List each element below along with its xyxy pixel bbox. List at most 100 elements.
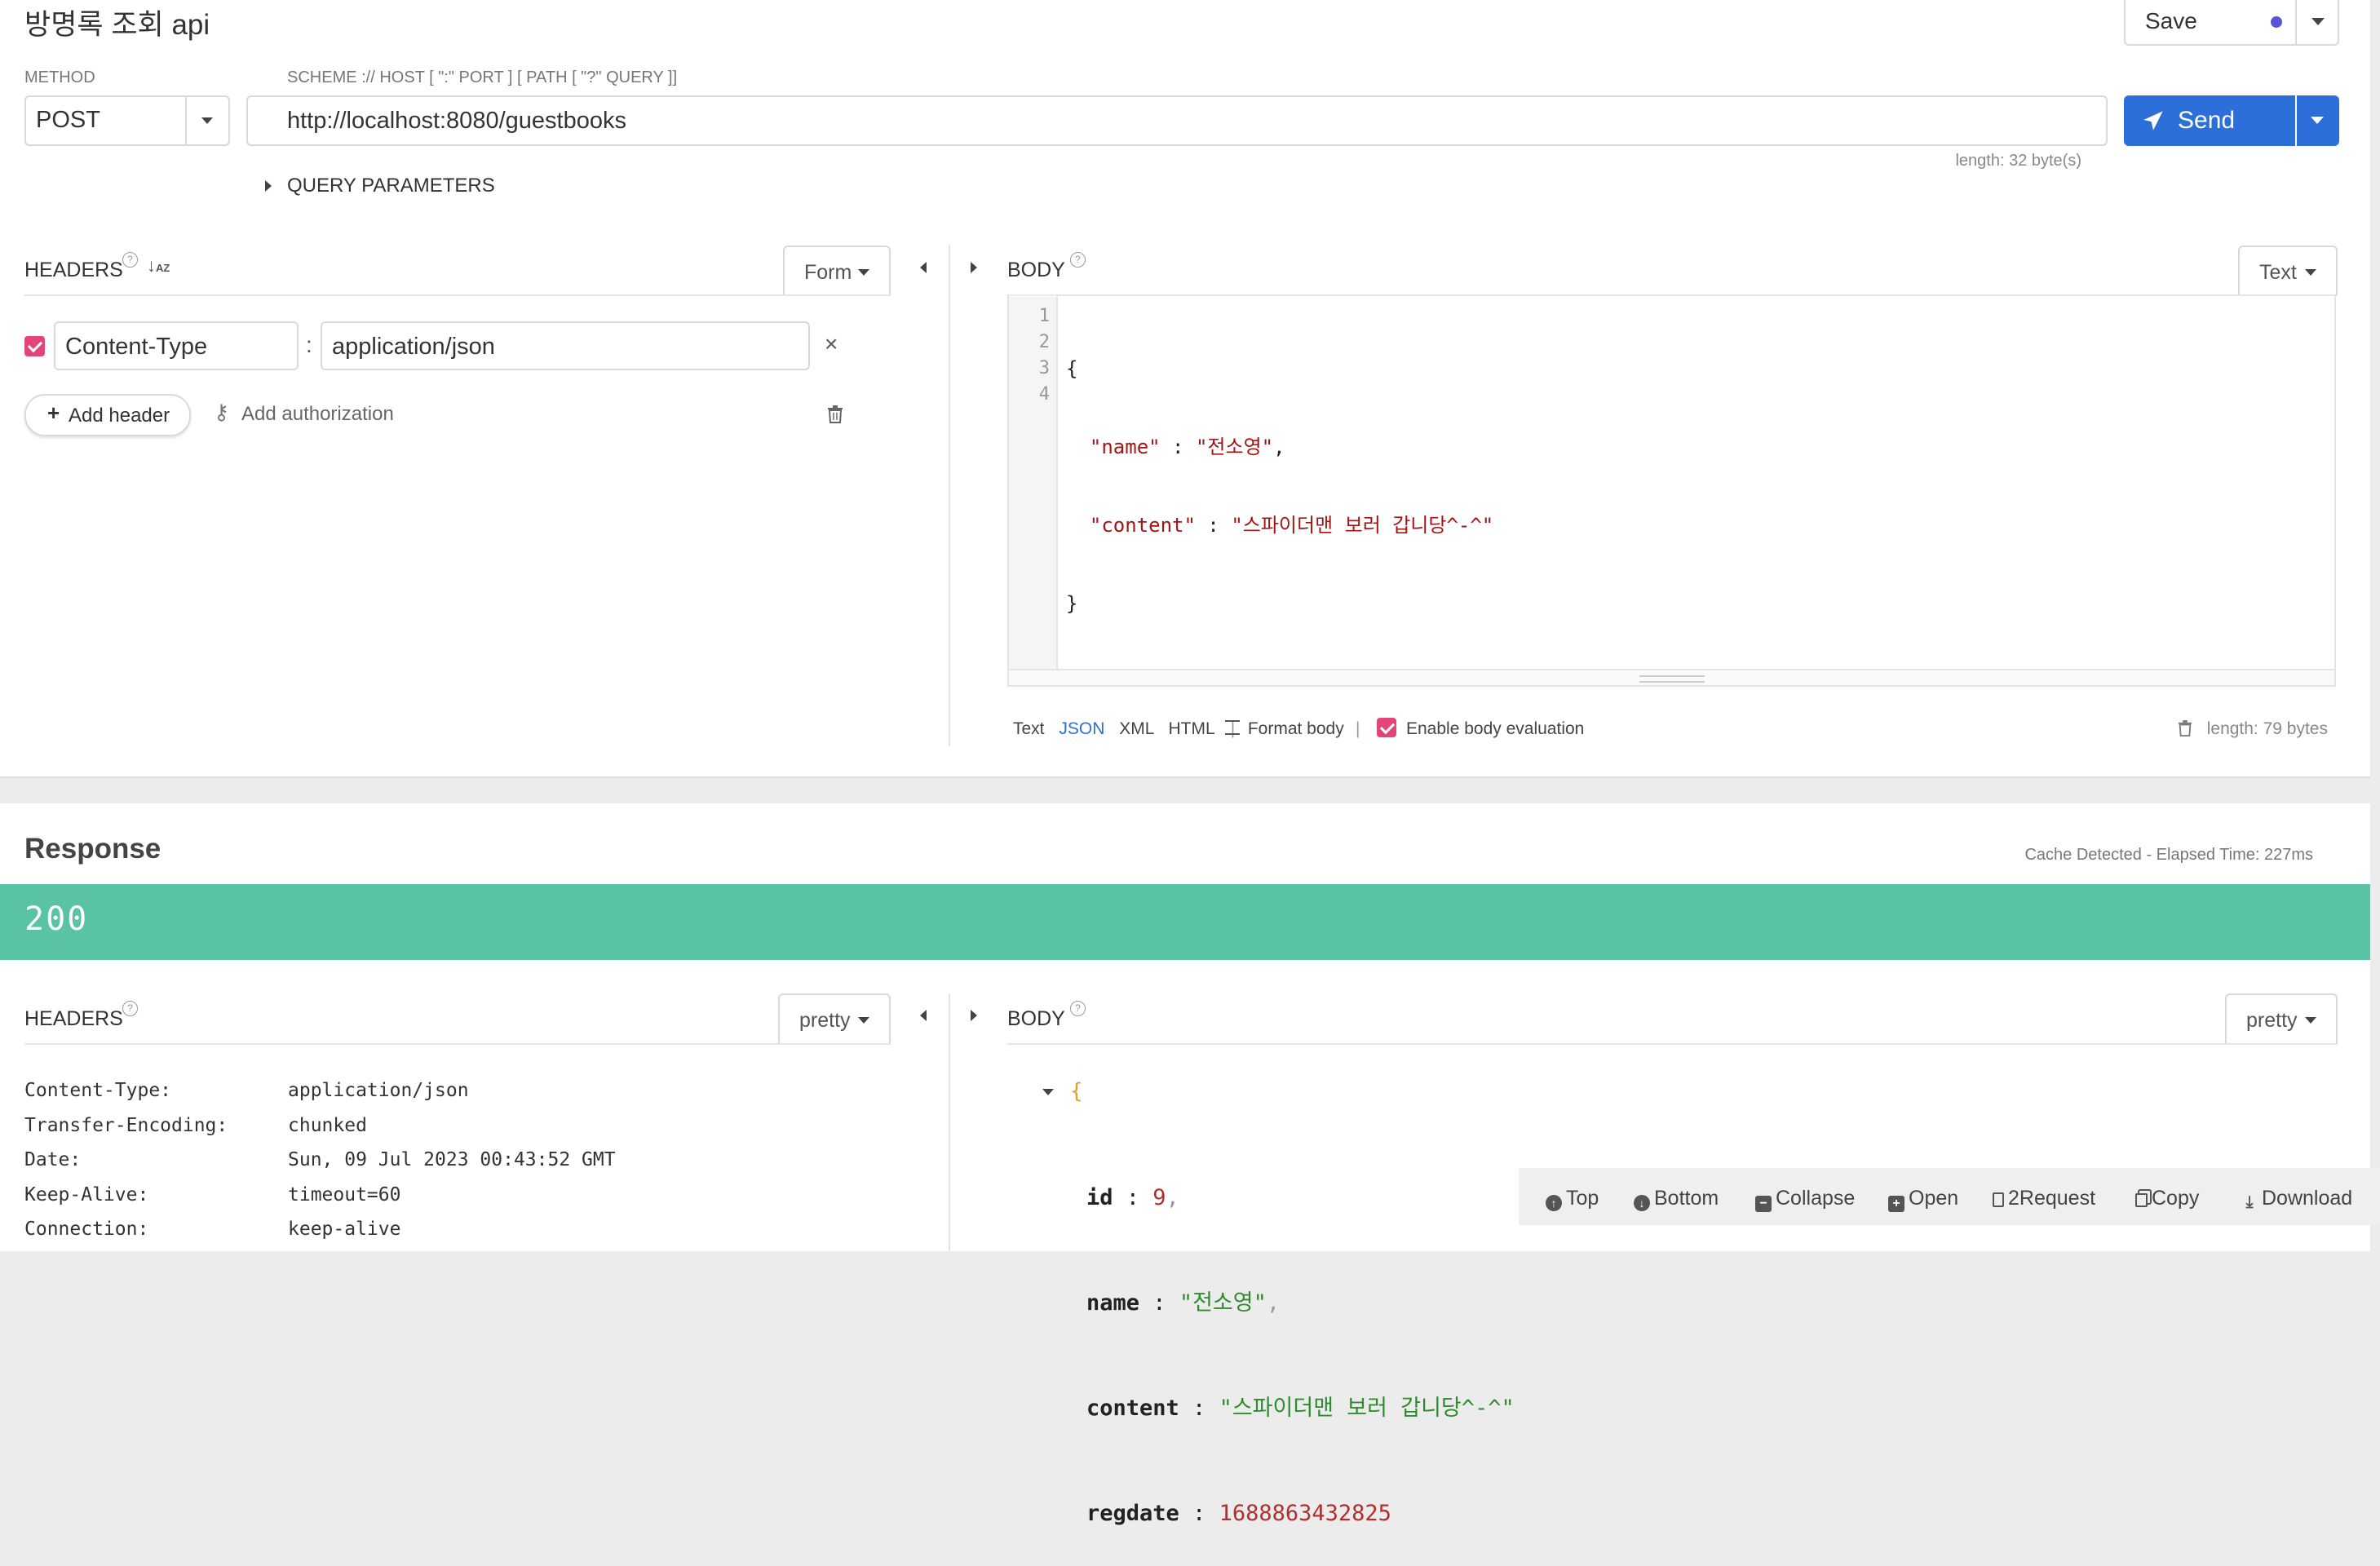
json-body: id : 9, name : "전소영", content : "스파이더맨 보… — [1086, 1110, 1515, 1566]
url-input[interactable]: http://localhost:8080/guestbooks — [246, 95, 2108, 146]
response-header-row: Connection: keep-alive — [24, 1219, 401, 1240]
trash-icon[interactable] — [2178, 720, 2192, 737]
editor-code: { "name" : "전소영", "content" : "스파이더맨 보러 … — [1066, 357, 1494, 615]
download-button[interactable]: ⤓ Download — [2241, 1187, 2353, 1211]
response-body-mode-select[interactable]: pretty — [2225, 993, 2338, 1044]
response-headers-list: Content-Type: application/json Transfer-E… — [24, 1073, 616, 1247]
json-open-brace: { — [1070, 1079, 1083, 1104]
sort-az-icon[interactable]: ↓AZ — [147, 255, 170, 276]
format-json[interactable]: JSON — [1059, 719, 1104, 738]
header-value-input[interactable]: application/json — [321, 321, 810, 370]
column-divider — [949, 245, 950, 746]
response-headers-divider — [24, 1043, 891, 1045]
response-header-row: Transfer-Encoding: chunked — [24, 1114, 367, 1136]
add-header-label: Add header — [69, 405, 170, 427]
json-row: content : "스파이더맨 보러 갑니당^-^" — [1086, 1396, 1515, 1421]
response-headers-mode-select[interactable]: pretty — [778, 993, 891, 1044]
arrow-down-circle-icon: ↓ — [1634, 1195, 1650, 1211]
method-value: POST — [36, 107, 100, 133]
to-request-button[interactable]: 2Request — [1993, 1187, 2095, 1210]
method-label: METHOD — [24, 69, 95, 86]
send-options-button[interactable] — [2297, 95, 2339, 146]
request-title: 방명록 조회 api — [24, 9, 210, 41]
save-options-button[interactable] — [2295, 0, 2339, 46]
format-xml[interactable]: XML — [1119, 719, 1153, 738]
collapse-left-icon[interactable] — [920, 262, 927, 273]
enable-eval-checkbox[interactable] — [1377, 718, 1396, 737]
response-meta: Cache Detected - Elapsed Time: 227ms — [2024, 846, 2313, 864]
response-column-divider — [949, 993, 950, 1251]
collapse-object-icon[interactable] — [1042, 1089, 1054, 1095]
editor-resize-handle[interactable] — [1009, 669, 2334, 685]
send-button[interactable]: Send — [2124, 95, 2295, 146]
help-icon: ? — [1070, 252, 1086, 268]
json-row: regdate : 1688863432825 — [1086, 1501, 1391, 1526]
save-button[interactable]: Save — [2124, 0, 2297, 46]
url-label: SCHEME :// HOST [ ":" PORT ] [ PATH [ "?… — [287, 69, 678, 86]
collapse-button[interactable]: − Collapse — [1755, 1187, 1855, 1212]
method-select[interactable]: POST — [24, 95, 230, 146]
add-authorization-label: Add authorization — [241, 403, 394, 425]
collapse-right-icon[interactable] — [971, 262, 977, 273]
save-label: Save — [2145, 8, 2197, 33]
header-name-input[interactable]: Content-Type — [54, 321, 299, 370]
format-text[interactable]: Text — [1013, 719, 1045, 738]
copy-icon — [2135, 1193, 2148, 1207]
clipboard-icon — [1993, 1192, 2004, 1207]
response-headers-mode-value: pretty — [799, 1009, 851, 1032]
status-code: 200 — [24, 900, 89, 938]
url-value: http://localhost:8080/guestbooks — [287, 108, 626, 134]
headers-mode-select[interactable]: Form — [783, 246, 891, 296]
query-params-label: QUERY PARAMETERS — [287, 175, 495, 197]
body-mode-value: Text — [2259, 261, 2297, 284]
header-name-value: Content-Type — [65, 334, 208, 360]
method-divider — [185, 97, 187, 144]
response-body-divider — [1007, 1043, 2338, 1045]
download-icon: ⤓ — [2245, 1193, 2254, 1211]
arrow-up-circle-icon: ↑ — [1546, 1195, 1562, 1211]
line-numbers: 1 2 3 4 — [1038, 306, 1050, 405]
response-header-row: Content-Type: application/json — [24, 1080, 469, 1101]
url-length: length: 32 byte(s) — [1955, 152, 2081, 170]
help-icon: ? — [122, 252, 138, 268]
response-header-row: Keep-Alive: timeout=60 — [24, 1183, 401, 1205]
chevron-down-icon — [2305, 1017, 2316, 1024]
header-value-value: application/json — [332, 334, 495, 360]
request-panel: 방명록 조회 api Save METHOD POST SCHEME :// H… — [0, 0, 2370, 778]
collapse-left-icon[interactable] — [920, 1010, 927, 1021]
top-button[interactable]: ↑ Top — [1546, 1187, 1599, 1211]
copy-button[interactable]: Copy — [2135, 1187, 2199, 1210]
plus-icon: + — [47, 400, 60, 425]
headers-label: HEADERS — [24, 259, 123, 281]
send-label: Send — [2178, 107, 2236, 134]
add-header-button[interactable]: + Add header — [24, 394, 191, 436]
status-bar: 200 — [0, 884, 2370, 960]
body-mode-select[interactable]: Text — [2238, 246, 2338, 296]
minus-square-icon: − — [1755, 1196, 1772, 1212]
headers-mode-value: Form — [804, 261, 852, 284]
plus-square-icon: + — [1888, 1196, 1904, 1212]
body-editor[interactable]: 1 2 3 4 { "name" : "전소영", "content" : "스… — [1007, 295, 2336, 687]
chevron-down-icon — [858, 269, 869, 276]
open-button[interactable]: + Open — [1888, 1187, 1958, 1212]
json-row: name : "전소영", — [1086, 1290, 1281, 1316]
response-body-label: BODY — [1007, 1007, 1065, 1030]
format-html[interactable]: HTML — [1168, 719, 1214, 738]
footer-separator-2: | — [1356, 719, 1360, 738]
help-icon: ? — [1070, 1001, 1086, 1016]
headers-divider — [24, 294, 891, 296]
key-icon: ⚷ — [214, 400, 230, 424]
format-body-button[interactable]: Format body — [1225, 719, 1344, 739]
collapse-right-icon[interactable] — [971, 1010, 977, 1021]
chevron-right-icon — [265, 180, 272, 192]
remove-header-icon[interactable]: × — [825, 331, 838, 357]
bottom-button[interactable]: ↓ Bottom — [1634, 1187, 1719, 1211]
chevron-down-icon — [858, 1017, 869, 1024]
body-label: BODY — [1007, 259, 1065, 281]
response-headers-label: HEADERS — [24, 1007, 123, 1030]
body-footer: Text JSON XML HTML | — [1013, 719, 1235, 739]
trash-icon[interactable] — [827, 405, 843, 423]
enable-eval-label: Enable body evaluation — [1406, 719, 1585, 738]
chevron-down-icon — [2311, 18, 2325, 25]
header-enabled-checkbox[interactable] — [24, 336, 45, 356]
